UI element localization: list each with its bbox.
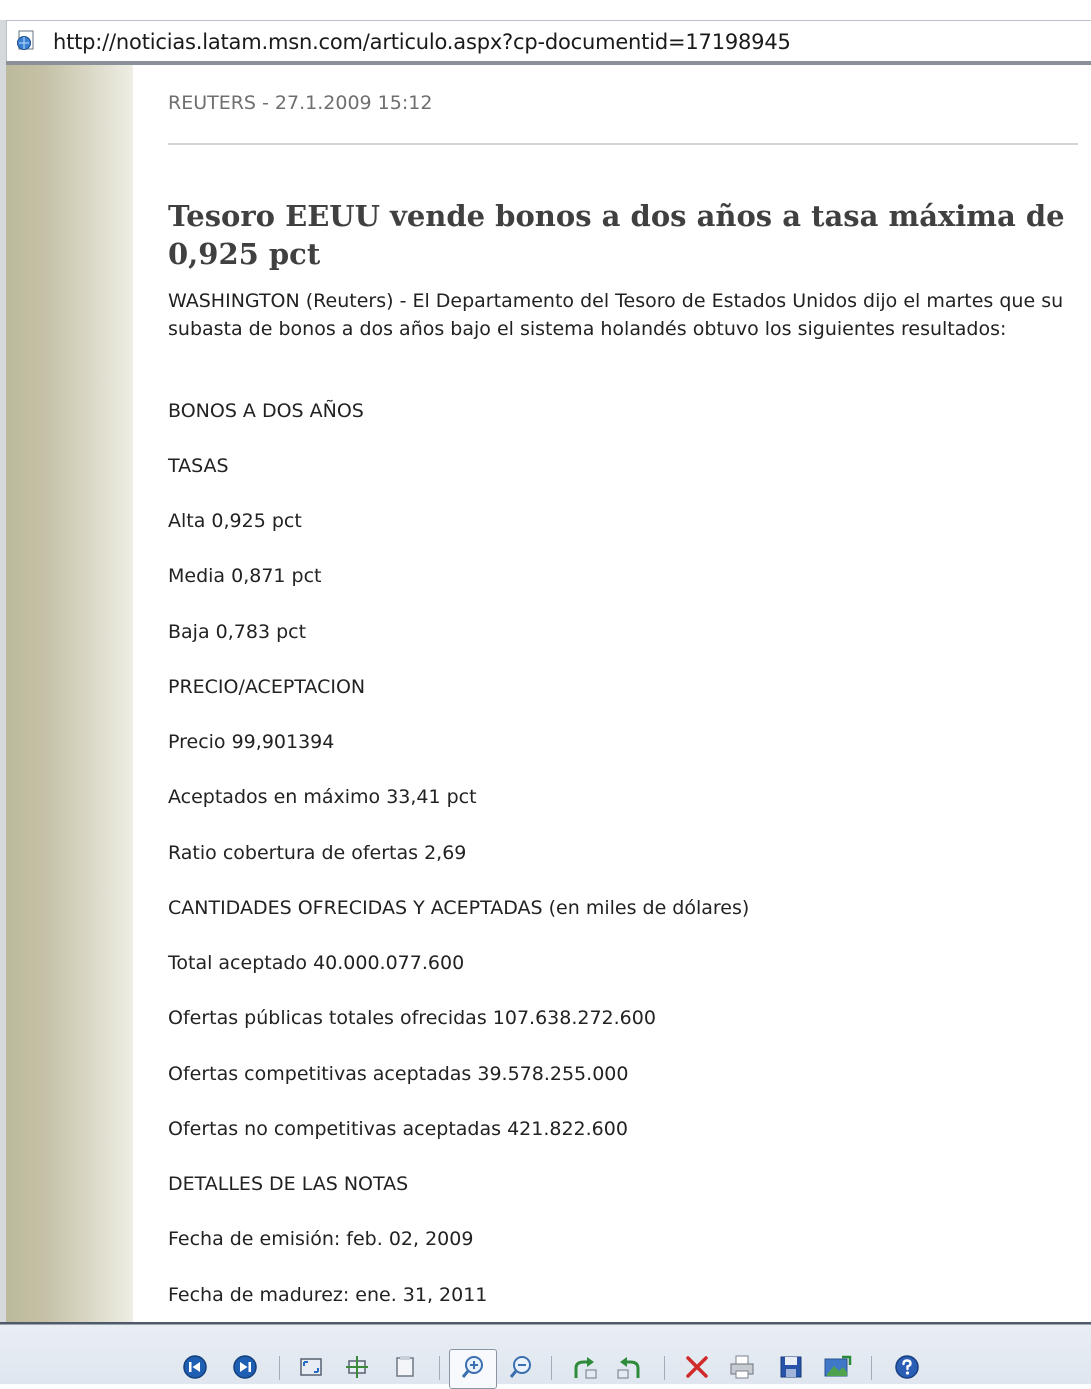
article-line: TASAS	[168, 455, 229, 477]
toolbar-separator	[871, 1356, 872, 1380]
slideshow-icon[interactable]	[392, 1354, 418, 1380]
previous-icon[interactable]	[182, 1354, 208, 1380]
article-line: Fecha de madurez: ene. 31, 2011	[168, 1284, 488, 1306]
divider	[168, 143, 1078, 145]
source-dateline: REUTERS - 27.1.2009 15:12	[168, 92, 433, 114]
open-icon[interactable]	[822, 1354, 852, 1380]
save-icon[interactable]	[778, 1354, 804, 1380]
article-line: Alta 0,925 pct	[168, 510, 302, 532]
toolbar-separator	[664, 1356, 665, 1380]
article-line: CANTIDADES OFRECIDAS Y ACEPTADAS (en mil…	[168, 897, 750, 919]
article-line: PRECIO/ACEPTACION	[168, 676, 366, 698]
address-bar[interactable]: http://noticias.latam.msn.com/articulo.a…	[6, 20, 1091, 62]
toolbar-separator	[439, 1356, 440, 1380]
rotate-counterclockwise-icon[interactable]	[614, 1354, 642, 1380]
ie-page-icon	[17, 30, 34, 50]
article-line: Aceptados en máximo 33,41 pct	[168, 786, 477, 808]
article-line: Fecha de emisión: feb. 02, 2009	[168, 1228, 474, 1250]
zoom-out-icon[interactable]	[508, 1354, 534, 1380]
url-text: http://noticias.latam.msn.com/articulo.a…	[53, 30, 791, 54]
article-intro: WASHINGTON (Reuters) - El Departamento d…	[168, 290, 1064, 340]
article-line: BONOS A DOS AÑOS	[168, 400, 364, 422]
article-content: REUTERS - 27.1.2009 15:12 Tesoro EEUU ve…	[133, 65, 1091, 1322]
actual-size-icon[interactable]	[344, 1354, 370, 1380]
help-icon[interactable]	[894, 1354, 920, 1380]
article-line: Total aceptado 40.000.077.600	[168, 952, 465, 974]
toolbar-separator	[279, 1356, 280, 1380]
rotate-clockwise-icon[interactable]	[572, 1354, 600, 1380]
article-line: Ofertas competitivas aceptadas 39.578.25…	[168, 1063, 629, 1085]
next-icon[interactable]	[232, 1354, 258, 1380]
left-sidebar	[6, 65, 133, 1322]
article-line: Media 0,871 pct	[168, 565, 322, 587]
article-line: Precio 99,901394	[168, 731, 335, 753]
article-line: Baja 0,783 pct	[168, 621, 307, 643]
viewer-toolbar	[0, 1322, 1091, 1389]
toolbar-separator	[551, 1356, 552, 1380]
article-line: Ofertas públicas totales ofrecidas 107.6…	[168, 1007, 656, 1029]
delete-icon[interactable]	[684, 1354, 710, 1380]
window-top-edge	[0, 0, 1091, 20]
article-line: Ratio cobertura de ofertas 2,69	[168, 842, 467, 864]
article-headline: Tesoro EEUU vende bonos a dos años a tas…	[168, 199, 1065, 271]
best-fit-icon[interactable]	[298, 1354, 324, 1380]
zoom-in-icon[interactable]	[460, 1354, 486, 1380]
print-icon[interactable]	[728, 1354, 756, 1380]
article-line: Ofertas no competitivas aceptadas 421.82…	[168, 1118, 628, 1140]
article-line: DETALLES DE LAS NOTAS	[168, 1173, 409, 1195]
